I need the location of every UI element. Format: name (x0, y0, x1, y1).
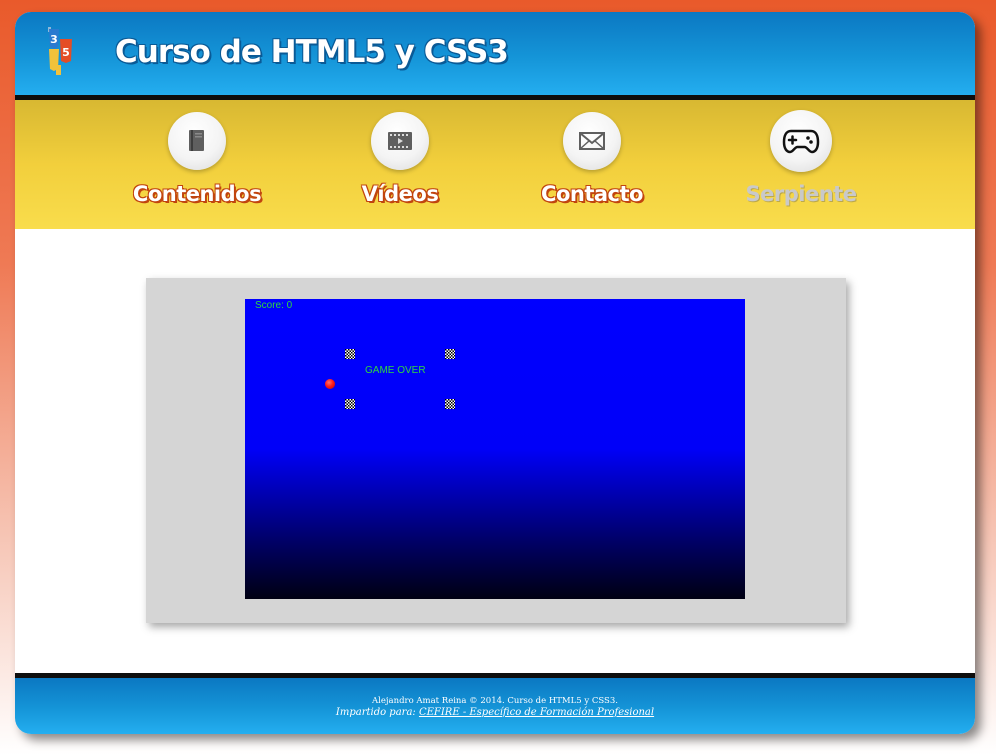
footer-copyright: Alejandro Amat Reina © 2014. Curso de HT… (372, 696, 618, 706)
html5-css3-logo-icon: 3 5 (48, 27, 72, 75)
nav-circle-videos[interactable] (371, 112, 429, 170)
wall-block (445, 349, 455, 359)
nav-label-serpiente: Serpiente (745, 182, 857, 206)
nav-circle-contacto[interactable] (563, 112, 621, 170)
site-title: Curso de HTML5 y CSS3 (115, 34, 509, 70)
nav-item-videos[interactable]: Vídeos (300, 100, 500, 229)
video-icon (388, 132, 412, 150)
game-over-text: GAME OVER (365, 365, 426, 376)
book-icon (189, 130, 204, 151)
wall-block (345, 349, 355, 359)
main-nav: Contenidos Vídeos Contacto Serpiente (15, 100, 975, 229)
gamepad-icon (782, 129, 820, 154)
wall-block (445, 399, 455, 409)
nav-label-contenidos: Contenidos (132, 182, 262, 206)
nav-label-videos: Vídeos (361, 182, 439, 206)
cefire-link[interactable]: CEFIRE - Específico de Formación Profesi… (419, 707, 654, 718)
footer-taught-for: Impartido para: CEFIRE - Específico de F… (15, 707, 975, 718)
footer-taught-label: Impartido para: (335, 707, 416, 718)
svg-text:5: 5 (62, 46, 70, 59)
nav-item-contacto[interactable]: Contacto (492, 100, 692, 229)
apple-food (325, 379, 335, 389)
nav-item-contenidos[interactable]: Contenidos (97, 100, 297, 229)
envelope-icon (579, 132, 605, 150)
score-label: Score: 0 (255, 300, 293, 311)
nav-label-contacto: Contacto (541, 182, 643, 206)
main-content: Score: 0 GAME OVER (15, 229, 975, 673)
site-header: 3 5 Curso de HTML5 y CSS3 (15, 12, 975, 100)
game-panel: Score: 0 GAME OVER (146, 278, 846, 623)
wall-block (345, 399, 355, 409)
nav-circle-contenidos[interactable] (168, 112, 226, 170)
game-canvas[interactable]: Score: 0 GAME OVER (245, 299, 745, 599)
nav-circle-serpiente[interactable] (770, 110, 832, 172)
svg-text:3: 3 (50, 33, 58, 46)
page-frame: 3 5 Curso de HTML5 y CSS3 Contenidos Víd… (15, 12, 975, 734)
nav-item-serpiente[interactable]: Serpiente (701, 100, 901, 229)
site-footer: Alejandro Amat Reina © 2014. Curso de HT… (15, 673, 975, 734)
